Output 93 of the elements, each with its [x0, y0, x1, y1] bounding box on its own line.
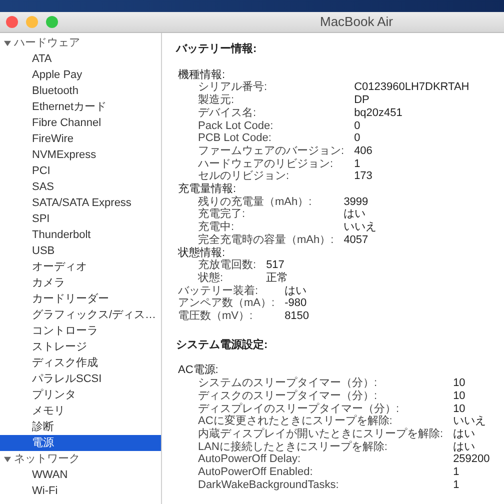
sidebar-group-label[interactable]: ネットワーク: [14, 450, 80, 468]
group-label: 状態情報:: [178, 246, 226, 259]
group-label: AC電源:: [178, 364, 218, 376]
property-label: 充電完了:: [198, 208, 246, 221]
property-value: 8150: [284, 310, 310, 323]
sidebar-item[interactable]: カメラ: [0, 275, 161, 291]
sidebar-item[interactable]: パラレルSCSI: [0, 371, 161, 387]
group-label: 充電量情報:: [178, 183, 236, 196]
property-label: システムのスリープタイマー（分）:: [198, 377, 378, 390]
property-label: ディスクのスリープタイマー（分）:: [198, 390, 378, 402]
sidebar-item[interactable]: Fibre Channel: [0, 115, 161, 131]
property-label: 状態:: [198, 272, 224, 285]
sidebar-item[interactable]: WWAN: [0, 467, 161, 483]
group-label: 機種情報:: [178, 68, 226, 81]
window-title: MacBook Air: [320, 13, 393, 32]
property-value: はい: [453, 428, 476, 441]
sidebar-item[interactable]: Wi-Fi: [0, 483, 161, 499]
property-label: アンペア数（mA）:: [178, 297, 275, 310]
sidebar-item[interactable]: プリンタ: [0, 387, 161, 403]
property-value: 0: [354, 120, 362, 132]
property-value: 173: [354, 170, 374, 184]
section-title: バッテリー情報:: [176, 43, 257, 55]
sidebar-item[interactable]: 電源: [0, 435, 161, 451]
sidebar-item[interactable]: ディスク作成: [0, 355, 161, 371]
sidebar-item[interactable]: カードリーダー: [0, 291, 161, 307]
property-label: AutoPowerOff Delay:: [198, 453, 302, 466]
sidebar-item[interactable]: Ethernetカード: [0, 99, 161, 115]
property-value: 0: [354, 132, 362, 145]
property-label: 完全充電時の容量（mAh）:: [198, 234, 334, 247]
property-label: ディスプレイのスリープタイマー（分）:: [198, 402, 400, 415]
sidebar-item[interactable]: Thunderbolt: [0, 227, 161, 243]
sidebar-group-label[interactable]: ハードウェア: [14, 34, 80, 52]
property-value: はい: [453, 440, 476, 454]
property-value: 1: [453, 466, 460, 479]
property-label: シリアル番号:: [198, 81, 268, 94]
property-label: バッテリー装着:: [178, 284, 260, 297]
property-label: ファームウェアのバージョン:: [198, 144, 344, 158]
disclosure-triangle[interactable]: [4, 456, 11, 462]
property-label: ハードウェアのリビジョン:: [198, 158, 334, 170]
sidebar-item[interactable]: SATA/SATA Express: [0, 195, 161, 211]
property-value: いいえ: [344, 221, 378, 234]
property-value: 10: [453, 390, 466, 403]
sidebar-item[interactable]: USB: [0, 243, 161, 259]
property-label: LANに接続したときにスリープを解除:: [198, 440, 388, 454]
sidebar-item[interactable]: SPI: [0, 211, 161, 227]
sidebar-item[interactable]: 診断: [0, 419, 161, 435]
property-value: 259200: [453, 453, 491, 466]
sidebar-item[interactable]: SAS: [0, 179, 161, 195]
sidebar-item[interactable]: コントローラ: [0, 323, 161, 339]
property-value: 10: [453, 377, 466, 390]
property-value: 10: [453, 402, 466, 416]
property-label: 電圧数（mV）:: [178, 310, 254, 323]
sidebar-item[interactable]: FireWire: [0, 131, 161, 147]
property-value: 1: [453, 478, 460, 492]
property-value: DP: [354, 94, 370, 107]
sidebar-item[interactable]: PCI: [0, 163, 161, 179]
property-label: 製造元:: [198, 94, 236, 107]
property-label: 内蔵ディスプレイが開いたときにスリープを解除:: [198, 428, 444, 440]
property-label: DarkWakeBackgroundTasks:: [198, 478, 340, 492]
disclosure-triangle[interactable]: [4, 40, 11, 46]
property-value: C0123960LH7DKRTAH: [354, 81, 470, 94]
section-title: システム電源設定:: [176, 338, 268, 351]
property-label: 充電中:: [198, 221, 236, 234]
sidebar-item[interactable]: オーディオ: [0, 259, 161, 275]
property-value: はい: [284, 284, 308, 298]
sidebar-item[interactable]: メモリ: [0, 403, 161, 419]
sidebar-item[interactable]: ストレージ: [0, 339, 161, 355]
sidebar-item[interactable]: Apple Pay: [0, 67, 161, 83]
property-value: 406: [354, 144, 374, 158]
property-label: 充放電回数:: [198, 259, 256, 272]
property-value: 517: [266, 259, 286, 272]
sidebar-item[interactable]: Bluetooth: [0, 83, 161, 99]
property-value: 4057: [344, 234, 370, 247]
property-label: デバイス名:: [198, 106, 258, 120]
property-value: 1: [354, 158, 362, 170]
property-value: bq20z451: [354, 106, 404, 120]
property-label: PCB Lot Code:: [198, 132, 272, 145]
property-label: セルのリビジョン:: [198, 170, 290, 183]
zoom-button[interactable]: [46, 16, 58, 28]
property-value: 正常: [266, 272, 290, 285]
property-value: はい: [344, 208, 366, 222]
sidebar-item[interactable]: ATA: [0, 51, 161, 67]
sidebar-item[interactable]: グラフィックス/ディス…: [0, 307, 161, 323]
property-label: Pack Lot Code:: [198, 120, 274, 132]
property-label: 残りの充電量（mAh）:: [198, 196, 313, 208]
sidebar-item[interactable]: NVMExpress: [0, 147, 161, 163]
close-button[interactable]: [6, 16, 18, 28]
property-value: 3999: [344, 196, 370, 208]
minimize-button[interactable]: [26, 16, 38, 28]
property-label: ACに変更されたときにスリープを解除:: [198, 415, 394, 428]
property-value: いいえ: [453, 415, 488, 428]
property-value: -980: [284, 297, 308, 310]
property-label: AutoPowerOff Enabled:: [198, 466, 314, 479]
